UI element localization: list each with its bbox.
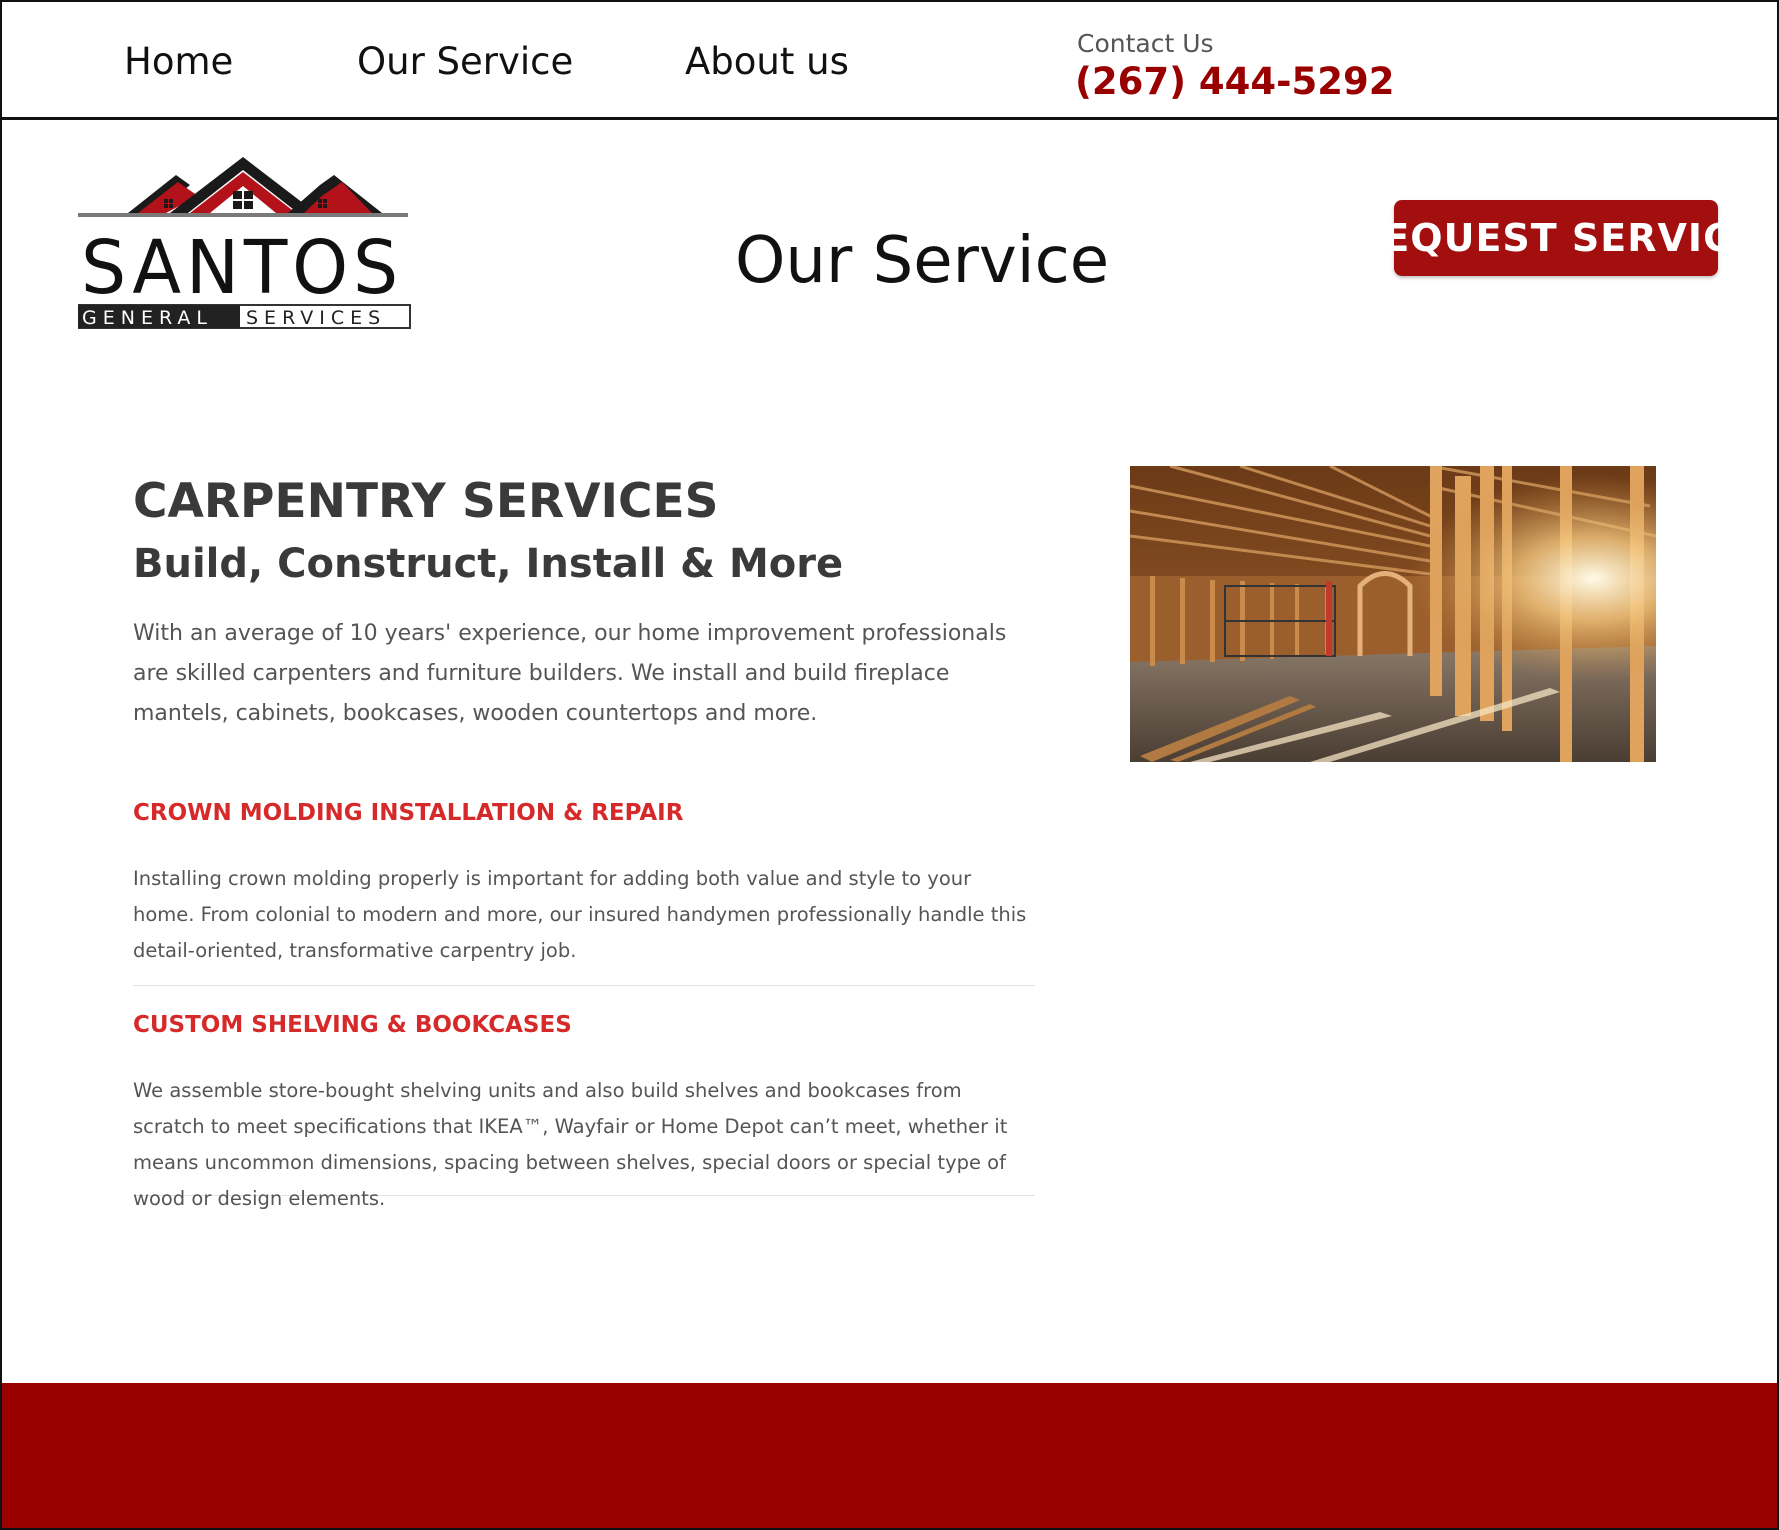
nav-link-about-us[interactable]: About us: [685, 40, 849, 83]
logo-tagline-services: SERVICES: [246, 307, 386, 329]
top-navigation: Home Our Service About us Contact Us (26…: [2, 2, 1777, 120]
nav-link-home[interactable]: Home: [124, 40, 233, 83]
section-title: CARPENTRY SERVICES: [133, 474, 719, 529]
page-title: Our Service: [735, 224, 1110, 298]
section-subtitle: Build, Construct, Install & More: [133, 541, 844, 587]
service-description: We assemble store-bought shelving units …: [133, 1079, 1008, 1210]
section-intro: With an average of 10 years' experience,…: [133, 621, 1007, 726]
construction-framing-photo: [1130, 466, 1656, 762]
page: Home Our Service About us Contact Us (26…: [0, 0, 1779, 1530]
carpentry-section: CARPENTRY SERVICES Build, Construct, Ins…: [133, 472, 1033, 734]
company-logo[interactable]: SANTOS GENERAL SERVICES: [75, 152, 418, 332]
service-heading: CROWN MOLDING INSTALLATION & REPAIR: [133, 800, 684, 826]
house-roof-icon: SANTOS GENERAL SERVICES: [75, 157, 411, 329]
service-block-custom-shelving: CUSTOM SHELVING & BOOKCASES We assemble …: [133, 1010, 1035, 1210]
service-block-crown-molding: CROWN MOLDING INSTALLATION & REPAIR Inst…: [133, 798, 1035, 986]
request-service-button[interactable]: REQUEST SERVICE: [1353, 200, 1758, 276]
contact-label: Contact Us: [1077, 29, 1214, 58]
nav-link-our-service[interactable]: Our Service: [357, 40, 573, 83]
footer: [2, 1383, 1777, 1528]
logo-tagline-general: GENERAL: [82, 307, 213, 329]
logo-name: SANTOS: [81, 225, 403, 311]
service-heading: CUSTOM SHELVING & BOOKCASES: [133, 1012, 572, 1038]
contact-phone-link[interactable]: (267) 444-5292: [1075, 60, 1395, 103]
service-description: Installing crown molding properly is imp…: [133, 867, 1027, 962]
